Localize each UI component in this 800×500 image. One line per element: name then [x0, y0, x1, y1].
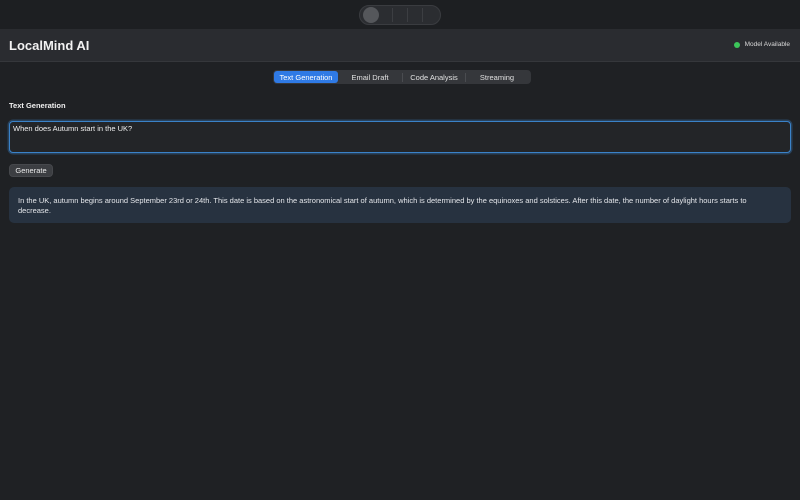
response-panel: In the UK, autumn begins around Septembe… [9, 187, 791, 223]
response-text: In the UK, autumn begins around Septembe… [18, 196, 747, 215]
tab-text-generation[interactable]: Text Generation [274, 71, 338, 83]
prompt-input[interactable]: When does Autumn start in the UK? [9, 121, 791, 153]
segment-divider [422, 8, 423, 22]
section-title: Text Generation [9, 101, 66, 110]
app-header: LocalMind AI Model Available [0, 29, 800, 62]
segment-divider [407, 8, 408, 22]
toggle-knob-icon[interactable] [363, 7, 379, 23]
tab-streaming[interactable]: Streaming [466, 71, 528, 83]
app-window: LocalMind AI Model Available Text Genera… [0, 0, 800, 500]
tab-email-draft[interactable]: Email Draft [338, 71, 402, 83]
model-status: Model Available [733, 41, 790, 48]
window-top-bar [0, 0, 800, 29]
status-label: Model Available [744, 41, 790, 48]
mode-tabs: Text Generation Email Draft Code Analysi… [273, 70, 531, 84]
segment-divider [392, 8, 393, 22]
generate-button[interactable]: Generate [9, 164, 53, 177]
status-dot-icon [733, 41, 740, 48]
tab-code-analysis[interactable]: Code Analysis [403, 71, 465, 83]
notch-toolbar-control[interactable] [359, 5, 441, 25]
app-title: LocalMind AI [9, 38, 90, 53]
